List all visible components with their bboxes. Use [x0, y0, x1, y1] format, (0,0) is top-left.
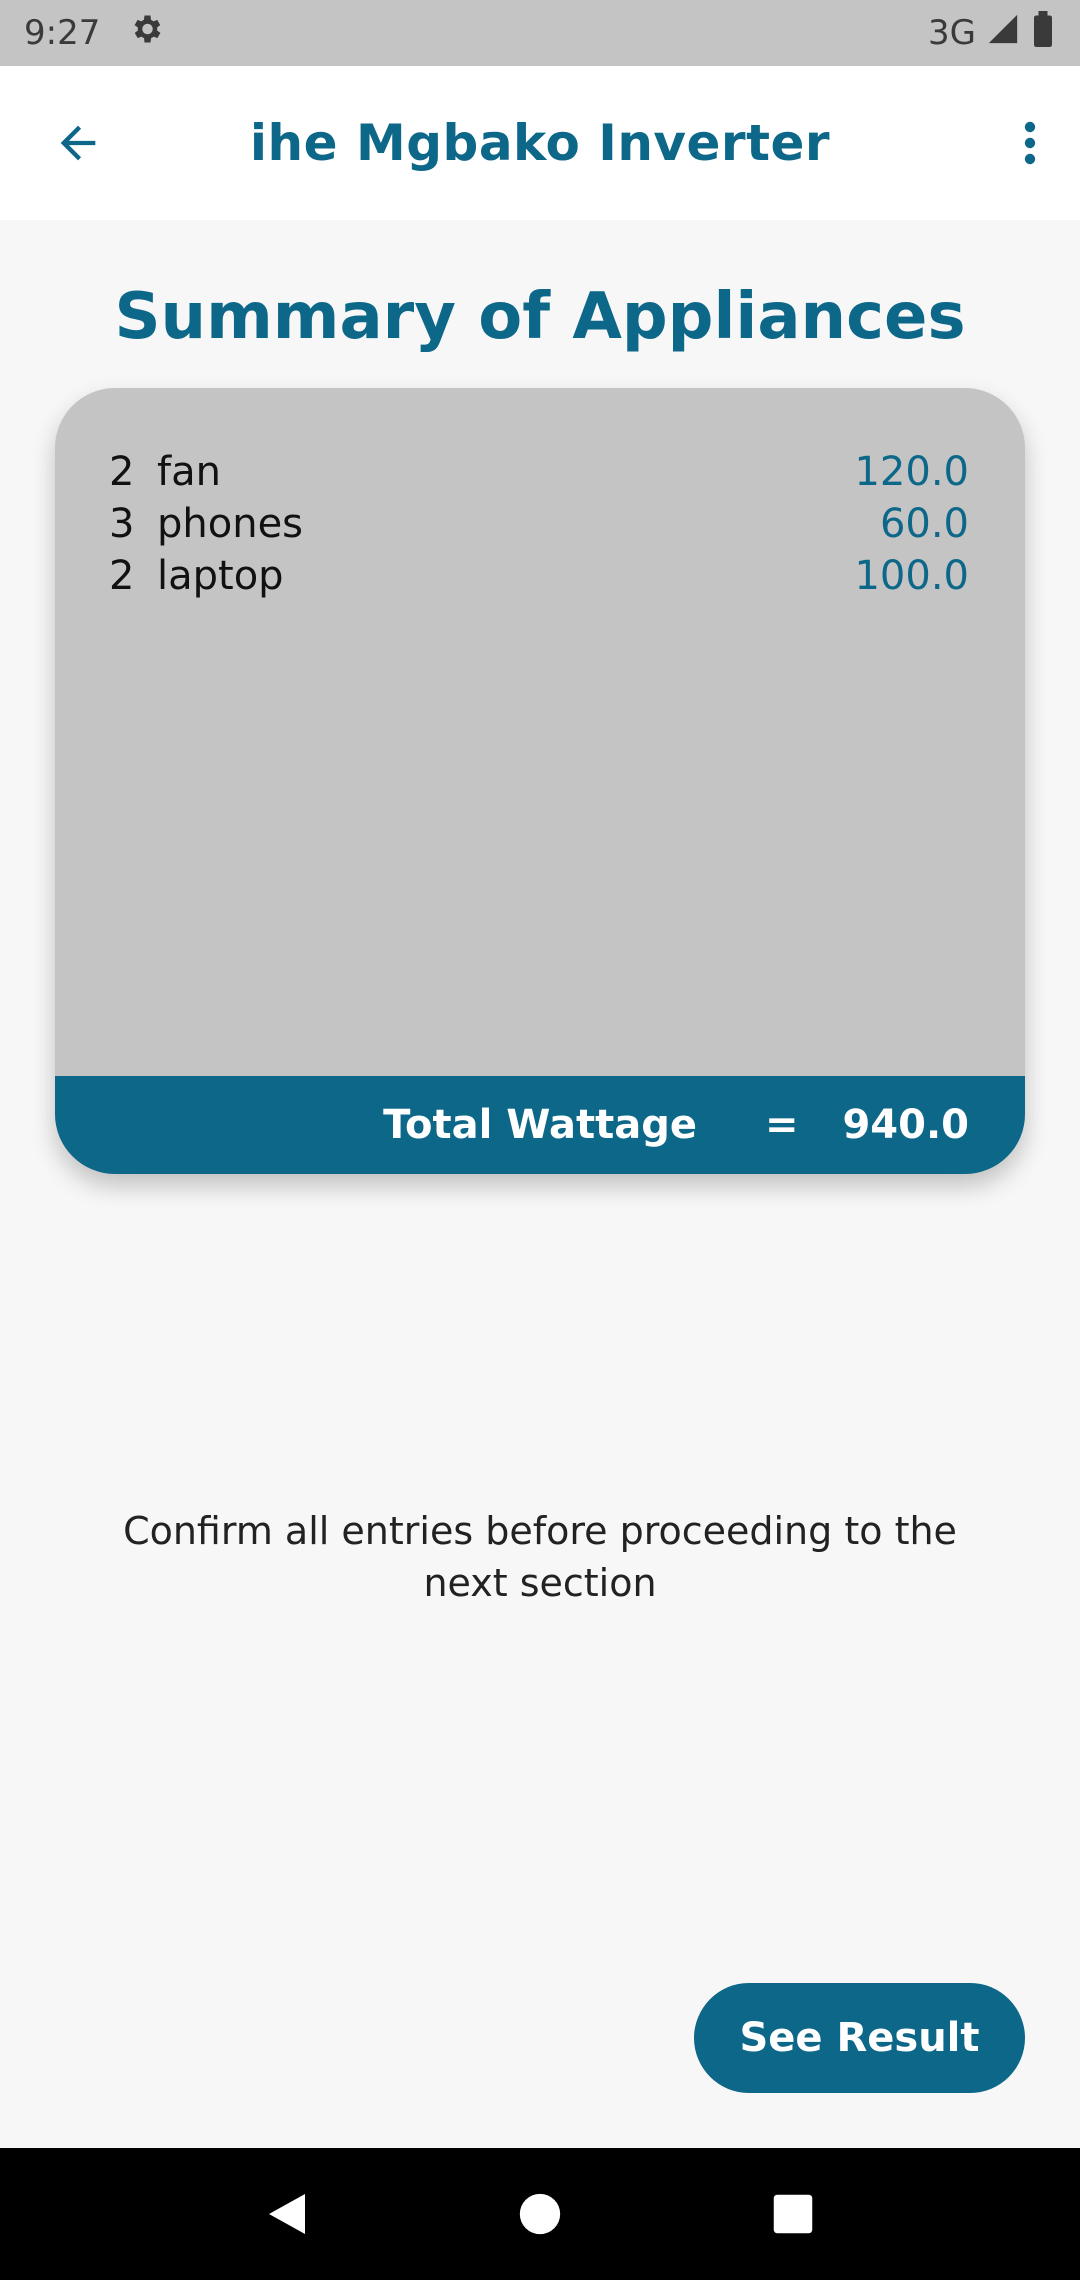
nav-back-icon[interactable]	[257, 2184, 317, 2244]
battery-icon	[1030, 10, 1056, 56]
appliance-qty: 2	[109, 553, 135, 599]
list-item: 3 phones 60.0	[109, 498, 969, 550]
appliance-wattage: 120.0	[854, 449, 969, 495]
appliance-wattage: 60.0	[879, 501, 969, 547]
see-result-button[interactable]: See Result	[694, 1983, 1025, 2093]
total-value: 940.0	[842, 1102, 969, 1148]
nav-home-icon[interactable]	[510, 2184, 570, 2244]
signal-icon	[986, 12, 1020, 55]
appliance-name: fan	[157, 449, 221, 495]
total-label: Total Wattage	[383, 1102, 697, 1148]
appliance-qty: 2	[109, 449, 135, 495]
status-right: 3G	[928, 10, 1056, 56]
system-nav-bar	[0, 2148, 1080, 2280]
nav-recents-icon[interactable]	[763, 2184, 823, 2244]
arrow-left-icon[interactable]	[48, 113, 108, 173]
appliance-list: 2 fan 120.0 3 phones 60.0 2 laptop 100.0	[55, 388, 1025, 602]
list-item: 2 fan 120.0	[109, 446, 969, 498]
more-vertical-icon[interactable]	[1010, 113, 1050, 173]
status-time: 9:27	[24, 13, 101, 53]
status-bar: 9:27 3G	[0, 0, 1080, 66]
appliance-name: phones	[157, 501, 304, 547]
appliance-wattage: 100.0	[854, 553, 969, 599]
confirm-note: Confirm all entries before proceeding to…	[123, 1509, 957, 1605]
appliance-summary-card: 2 fan 120.0 3 phones 60.0 2 laptop 100.0…	[55, 388, 1025, 1174]
settings-icon	[128, 11, 164, 56]
total-equals: =	[764, 1102, 799, 1148]
app-bar: ihe Mgbako Inverter	[0, 66, 1080, 220]
list-item: 2 laptop 100.0	[109, 550, 969, 602]
app-title: ihe Mgbako Inverter	[249, 114, 831, 172]
network-type: 3G	[928, 13, 976, 53]
total-wattage-bar: Total Wattage = 940.0	[55, 1076, 1025, 1174]
appliance-qty: 3	[109, 501, 135, 547]
appliance-name: laptop	[157, 553, 284, 599]
page-title: Summary of Appliances	[114, 280, 966, 354]
